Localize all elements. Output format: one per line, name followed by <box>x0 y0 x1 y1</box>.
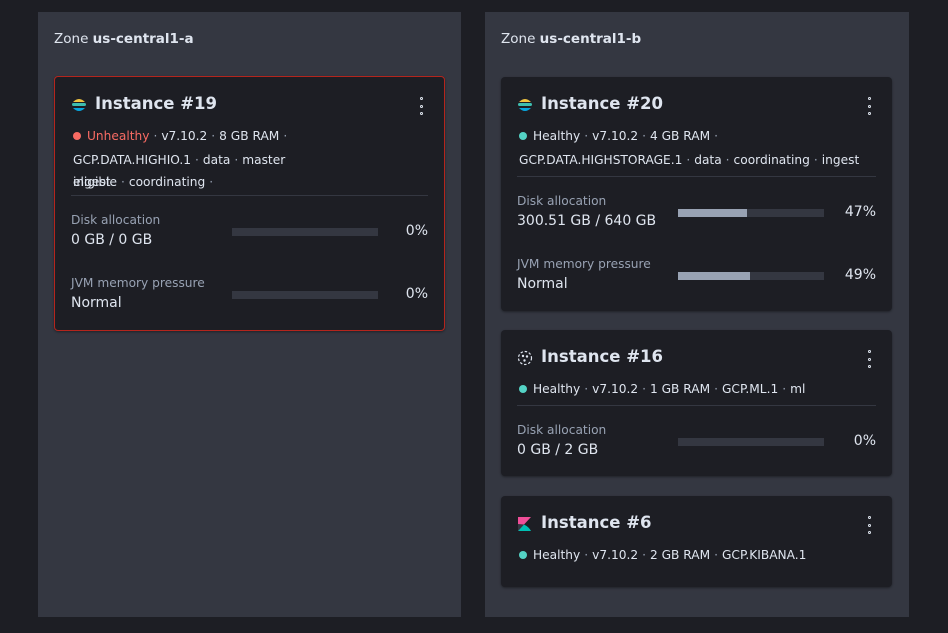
more-options-button[interactable] <box>416 97 426 115</box>
role: data <box>694 153 722 167</box>
instance-card-16: Instance #16 Healthy · v7.10.2 · 1 GB RAM · GC… <box>501 330 892 476</box>
version: v7.10.2 <box>161 129 208 143</box>
jvm-memory-value: Normal <box>71 295 122 311</box>
disk-allocation-percent: 0% <box>405 223 428 239</box>
elasticsearch-icon <box>72 99 86 111</box>
divider <box>71 195 428 196</box>
status-text: Healthy <box>533 129 581 143</box>
instance-type: GCP.KIBANA.1 <box>721 548 807 562</box>
jvm-memory-bar <box>678 272 824 280</box>
instance-meta: Healthy · v7.10.2 · 4 GB RAM · <box>519 125 876 147</box>
disk-allocation-value: 0 GB / 2 GB <box>517 442 599 458</box>
disk-allocation-label: Disk allocation <box>517 194 607 208</box>
jvm-memory-value: Normal <box>517 276 568 292</box>
disk-allocation-bar <box>232 228 378 236</box>
more-options-button[interactable] <box>864 350 874 368</box>
more-options-button[interactable] <box>864 516 874 534</box>
role: ingest <box>73 175 111 189</box>
instance-type: GCP.DATA.HIGHIO.1 <box>73 153 192 167</box>
instance-title: Instance #16 <box>541 347 663 366</box>
role: coordinating <box>733 153 810 167</box>
ram: 8 GB RAM <box>219 129 280 143</box>
disk-allocation-percent: 47% <box>844 204 876 220</box>
instance-roles: GCP.DATA.HIGHSTORAGE.1 · data · coordinating… <box>519 153 860 167</box>
ram: 1 GB RAM <box>649 382 711 396</box>
status-dot-icon <box>73 132 81 140</box>
instance-title: Instance #6 <box>541 513 652 532</box>
instance-title: Instance #19 <box>95 94 217 113</box>
zone-panel-b: Zone us-central1-b Instance #20 Healthy ·… <box>485 12 909 617</box>
role: data <box>202 153 231 167</box>
status-dot-icon <box>519 551 527 559</box>
more-options-button[interactable] <box>864 97 874 115</box>
jvm-memory-bar <box>232 291 378 299</box>
instance-meta: Healthy · v7.10.2 · 1 GB RAM · GCP.ML.1 · ml <box>519 378 876 400</box>
status-text: Unhealthy <box>87 129 150 143</box>
disk-allocation-bar <box>678 438 824 446</box>
instance-type: GCP.DATA.HIGHSTORAGE.1 <box>519 153 683 167</box>
jvm-memory-label: JVM memory pressure <box>517 257 651 271</box>
instance-meta: Healthy · v7.10.2 · 2 GB RAM · GCP.KIBANA.1 <box>519 544 876 566</box>
status-text: Healthy <box>533 382 581 396</box>
machine-learning-icon <box>517 350 533 366</box>
divider <box>517 405 876 406</box>
instance-meta: Unhealthy · v7.10.2 · 8 GB RAM · <box>73 125 428 147</box>
role: ml <box>790 382 806 396</box>
instance-card-19: Instance #19 Unhealthy · v7.10.2 · 8 GB RAM ·… <box>54 76 445 331</box>
role: ingest <box>821 153 860 167</box>
status-dot-icon <box>519 132 527 140</box>
disk-allocation-value: 300.51 GB / 640 GB <box>517 213 657 229</box>
divider <box>517 176 876 177</box>
zone-panel-a: Zone us-central1-a Instance #19 Unhealth… <box>38 12 461 617</box>
instance-type: GCP.ML.1 <box>721 382 779 396</box>
zone-title: Zone us-central1-b <box>501 31 642 47</box>
instance-card-20: Instance #20 Healthy · v7.10.2 · 4 GB RAM · G… <box>501 77 892 311</box>
instance-title: Instance #20 <box>541 94 663 113</box>
disk-allocation-label: Disk allocation <box>71 213 161 227</box>
jvm-memory-label: JVM memory pressure <box>71 276 205 290</box>
elasticsearch-icon <box>518 99 532 111</box>
ram: 4 GB RAM <box>649 129 711 143</box>
jvm-memory-percent: 49% <box>844 267 876 283</box>
version: v7.10.2 <box>592 382 639 396</box>
kibana-icon <box>518 517 531 531</box>
status-dot-icon <box>519 385 527 393</box>
disk-allocation-label: Disk allocation <box>517 423 607 437</box>
version: v7.10.2 <box>592 548 639 562</box>
disk-allocation-value: 0 GB / 0 GB <box>71 232 153 248</box>
disk-allocation-bar <box>678 209 824 217</box>
version: v7.10.2 <box>592 129 639 143</box>
instance-card-6: Instance #6 Healthy · v7.10.2 · 2 GB RAM · GCP… <box>501 496 892 587</box>
status-text: Healthy <box>533 548 581 562</box>
zone-title: Zone us-central1-a <box>54 31 194 47</box>
jvm-memory-percent: 0% <box>405 286 428 302</box>
ram: 2 GB RAM <box>649 548 711 562</box>
disk-allocation-percent: 0% <box>853 433 876 449</box>
